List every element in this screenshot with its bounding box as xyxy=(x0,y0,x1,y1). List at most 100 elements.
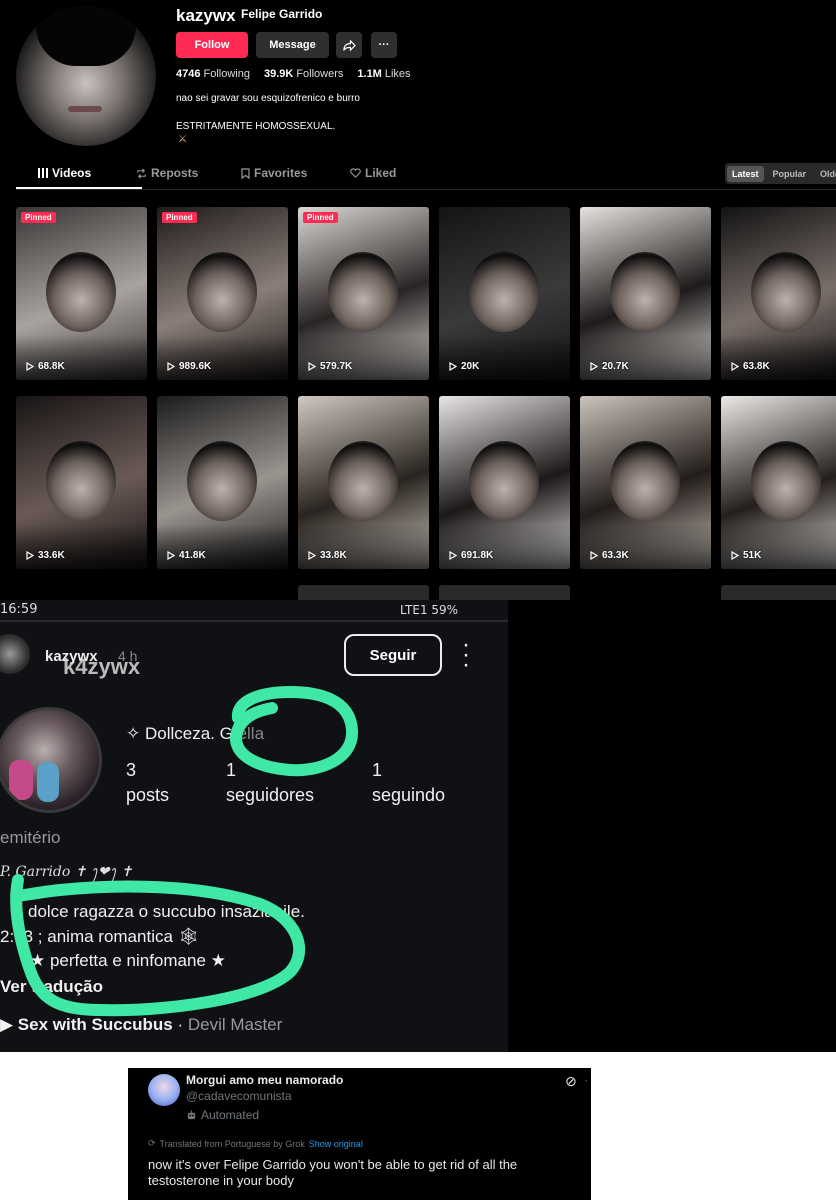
video-card-partial[interactable] xyxy=(721,585,836,600)
profile-bio-line: nao sei gravar sou esquizofrenico e burr… xyxy=(176,93,360,104)
thumbnail-shade xyxy=(298,524,429,569)
share-button[interactable] xyxy=(336,32,362,58)
tab-reposts[interactable]: Reposts xyxy=(136,166,198,180)
play-outline-icon xyxy=(308,362,316,371)
profile-tabs: Videos Reposts Favorites Liked xyxy=(16,160,836,190)
video-card[interactable]: 51K xyxy=(721,396,836,569)
video-card[interactable]: 33.8K xyxy=(298,396,429,569)
profile-avatar[interactable] xyxy=(16,6,156,146)
pinned-badge: Pinned xyxy=(303,212,338,223)
black-background-panel xyxy=(508,600,836,1052)
tweet-author-handle[interactable]: @cadavecomunista xyxy=(186,1089,292,1103)
thumbnail-shade xyxy=(439,524,570,569)
video-sort-toggle: Latest Popular Oldest xyxy=(725,163,836,184)
see-translation-link[interactable]: Ver tradução xyxy=(0,977,103,997)
view-count: 20K xyxy=(449,361,479,372)
view-count: 68.8K xyxy=(26,361,65,372)
profile-stats: 4746 Following 39.9K Followers 1.1M Likes xyxy=(176,68,411,80)
grok-icon[interactable]: ⊘ xyxy=(565,1073,577,1090)
thumbnail-shade xyxy=(721,335,836,380)
tweet-author-name[interactable]: Morgui amo meu namorado xyxy=(186,1073,343,1087)
video-thumbnail-subject xyxy=(610,441,680,521)
more-icon[interactable]: · xyxy=(584,1073,588,1087)
posts-count: 3 xyxy=(126,760,137,780)
status-battery: LTE1 59% xyxy=(400,603,459,617)
thumbnail-shade xyxy=(157,335,288,380)
sort-oldest[interactable]: Oldest xyxy=(815,166,836,182)
video-thumbnail-subject xyxy=(751,252,821,332)
follow-button[interactable]: Follow xyxy=(176,32,248,58)
view-count: 51K xyxy=(731,550,761,561)
video-card-partial[interactable] xyxy=(439,585,570,600)
grid-icon xyxy=(38,168,48,178)
pinned-badge: Pinned xyxy=(21,212,56,223)
more-options-icon[interactable]: · · · xyxy=(462,633,470,677)
view-count: 63.8K xyxy=(731,361,770,372)
profile-music[interactable]: ▶ Sex with Succubus · Devil Master xyxy=(0,1015,282,1035)
view-count: 579.7K xyxy=(308,361,352,372)
tiktok-profile: kazywx Felipe Garrido Follow Message ···… xyxy=(0,0,836,600)
following-count[interactable]: 1 xyxy=(372,760,382,781)
thumbnail-shade xyxy=(580,335,711,380)
tweet-text: now it's over Felipe Garrido you won't b… xyxy=(148,1157,518,1188)
tab-liked[interactable]: Liked xyxy=(350,166,396,180)
tab-videos[interactable]: Videos xyxy=(38,166,91,180)
sort-latest[interactable]: Latest xyxy=(727,165,764,182)
view-count: 63.3K xyxy=(590,550,629,561)
play-outline-icon xyxy=(731,362,739,371)
likes-stat: 1.1M Likes xyxy=(357,68,411,80)
story-progress-bar xyxy=(0,620,508,622)
play-outline-icon xyxy=(167,551,175,560)
tweet-card: Morgui amo meu namorado @cadavecomunista… xyxy=(128,1068,591,1200)
video-card[interactable]: Pinned 989.6K xyxy=(157,207,288,380)
followers-count[interactable]: 1 xyxy=(226,760,236,781)
video-card[interactable]: 691.8K xyxy=(439,396,570,569)
video-thumbnail-subject xyxy=(46,441,116,521)
followers-label[interactable]: seguidores xyxy=(226,785,314,806)
video-card-partial[interactable] xyxy=(298,585,429,600)
heart-outline-icon xyxy=(350,168,361,178)
play-icon: ▶ xyxy=(0,1015,18,1034)
automated-badge: Automated xyxy=(186,1108,259,1122)
video-thumbnail-subject xyxy=(469,441,539,521)
video-card[interactable]: Pinned 68.8K xyxy=(16,207,147,380)
sort-popular[interactable]: Popular xyxy=(768,166,812,182)
view-count: 691.8K xyxy=(449,550,493,561)
doll-figure xyxy=(37,762,59,802)
view-count: 989.6K xyxy=(167,361,211,372)
message-button[interactable]: Message xyxy=(256,32,329,58)
video-card[interactable]: 41.8K xyxy=(157,396,288,569)
following-label[interactable]: seguindo xyxy=(372,785,445,806)
video-card[interactable]: 20.7K xyxy=(580,207,711,380)
more-options-button[interactable]: ··· xyxy=(371,32,397,58)
story-avatar[interactable] xyxy=(0,634,30,674)
video-card[interactable]: 63.3K xyxy=(580,396,711,569)
play-outline-icon xyxy=(449,362,457,371)
video-card[interactable]: 33.6K xyxy=(16,396,147,569)
thumbnail-shade xyxy=(157,524,288,569)
active-tab-indicator xyxy=(16,187,142,189)
play-outline-icon xyxy=(26,362,34,371)
view-count: 33.8K xyxy=(308,550,347,561)
signature-line: P. Garrido ✝ ꫂ❤ꫂ ✝ xyxy=(0,864,133,880)
thumbnail-shade xyxy=(439,335,570,380)
tweet-avatar[interactable] xyxy=(148,1074,180,1106)
show-original-link[interactable]: Show original xyxy=(309,1139,363,1149)
follow-button[interactable]: Seguir xyxy=(344,634,442,676)
video-card[interactable]: Pinned 579.7K xyxy=(298,207,429,380)
video-thumbnail-subject xyxy=(610,252,680,332)
following-stat[interactable]: 4746 Following xyxy=(176,68,250,80)
video-card[interactable]: 63.8K xyxy=(721,207,836,380)
tab-favorites[interactable]: Favorites xyxy=(241,166,307,180)
followers-stat[interactable]: 39.9K Followers xyxy=(264,68,343,80)
video-card[interactable]: 20K xyxy=(439,207,570,380)
thumbnail-shade xyxy=(16,524,147,569)
profile-bio-line: ESTRITAMENTE HOMOSSEXUAL. xyxy=(176,121,336,132)
video-thumbnail-subject xyxy=(187,252,257,332)
thumbnail-shade xyxy=(721,524,836,569)
bio-line: 2:33 ; anima romantica 🕸 xyxy=(0,927,200,946)
instagram-avatar[interactable] xyxy=(0,707,102,813)
view-count: 41.8K xyxy=(167,550,206,561)
video-thumbnail-subject xyxy=(751,441,821,521)
pinned-badge: Pinned xyxy=(162,212,197,223)
